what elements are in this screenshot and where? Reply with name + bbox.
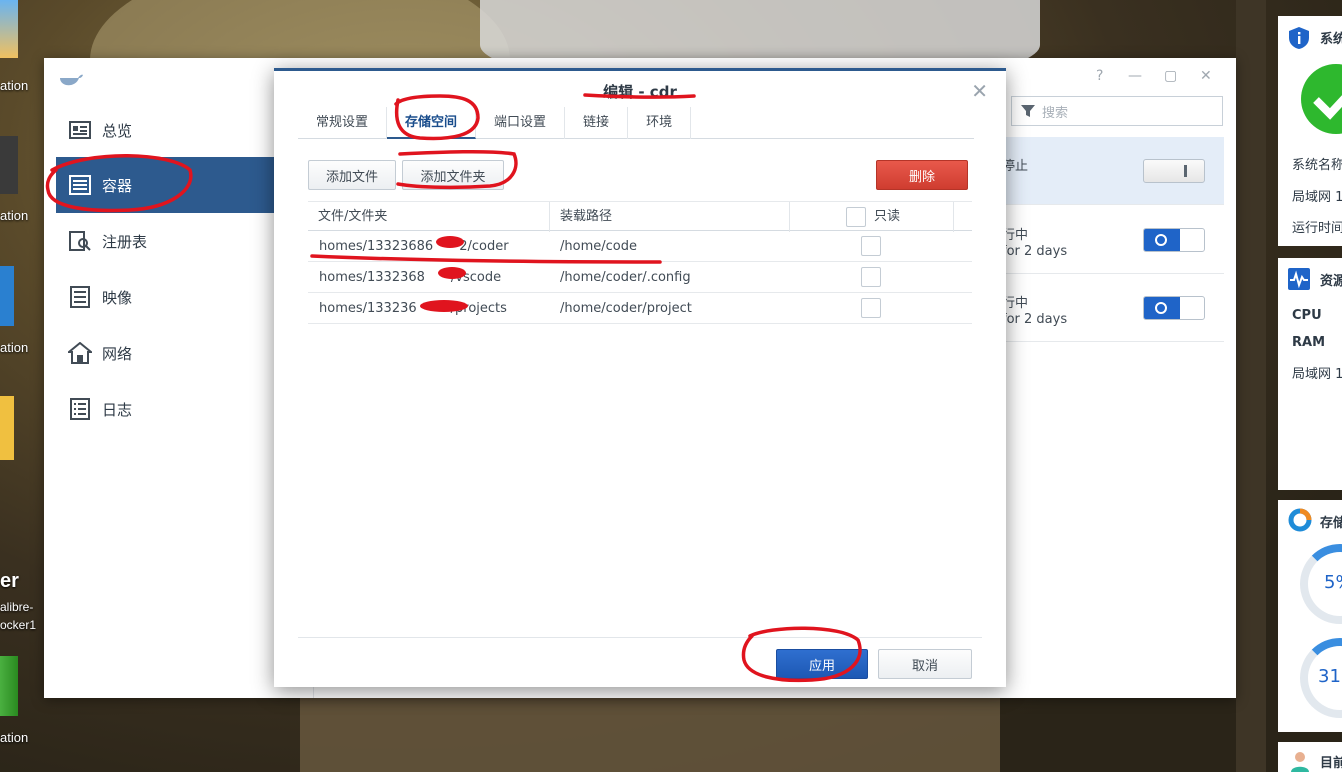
sidebar-item-label: 总览 <box>102 121 133 140</box>
dialog-footer <box>298 637 982 638</box>
volume-usage: 31 <box>1318 666 1341 687</box>
readonly-checkbox[interactable] <box>861 298 881 318</box>
edit-dialog: 编辑 - cdr ✕ 常规设置 存储空间 端口设置 链接 环境 添加文件 添加文… <box>274 68 1006 687</box>
readonly-label: 只读 <box>874 209 901 224</box>
system-health-widget: 系统 系统名称 局域网 1 运行时间 <box>1278 16 1342 246</box>
tab-environment[interactable]: 环境 <box>628 107 692 139</box>
desktop-app-label: ation <box>0 78 29 93</box>
uptime-label: 运行时间 <box>1292 221 1342 236</box>
sidebar-item-label: 网络 <box>102 344 133 363</box>
apply-button[interactable]: 应用 <box>776 649 868 679</box>
desktop-app-label: alibre- <box>0 600 34 614</box>
desktop-app-label: ation <box>0 730 29 745</box>
current-connections-widget: 目前 <box>1278 742 1342 772</box>
desktop-app-label: er <box>0 570 19 592</box>
column-header-mount: 装载路径 <box>550 202 790 232</box>
container-icon <box>68 174 92 196</box>
tab-links[interactable]: 链接 <box>565 107 629 139</box>
mount-path: /home/coder/project <box>560 301 692 316</box>
table-header: 文件/文件夹 装载路径 只读 <box>308 201 972 232</box>
volume-usage: 5% <box>1324 572 1342 593</box>
table-row[interactable]: homes/133236/projects /home/coder/projec… <box>308 293 972 324</box>
container-uptime: for 2 days <box>1002 312 1068 327</box>
desktop-app-tile[interactable] <box>0 136 18 194</box>
add-folder-button[interactable]: 添加文件夹 <box>402 160 504 190</box>
network-icon <box>68 342 92 364</box>
help-button[interactable]: ? <box>1096 68 1103 84</box>
desktop-app-tile[interactable] <box>0 0 18 58</box>
user-icon <box>1290 750 1310 772</box>
filter-icon <box>1020 103 1036 119</box>
close-button[interactable]: ✕ <box>1200 68 1212 84</box>
widget-title: 存储 <box>1320 516 1342 531</box>
container-toggle[interactable] <box>1143 296 1205 320</box>
desktop-app-tile[interactable] <box>0 396 14 460</box>
search-placeholder: 搜索 <box>1042 105 1069 121</box>
overview-icon <box>68 119 92 141</box>
mount-path: /home/code <box>560 239 637 254</box>
file-path: homes/13323686 2/coder <box>319 239 509 254</box>
cancel-button[interactable]: 取消 <box>878 649 972 679</box>
container-toggle[interactable] <box>1143 159 1205 183</box>
widget-title: 系统 <box>1320 32 1342 47</box>
storage-ring-icon <box>1288 508 1312 536</box>
log-icon <box>68 398 92 420</box>
cpu-label: CPU <box>1292 308 1322 323</box>
file-path: homes/1332368/vscode <box>319 270 502 285</box>
table-row[interactable]: homes/13323686 2/coder /home/code <box>308 231 972 262</box>
search-input[interactable]: 搜索 <box>1011 96 1223 126</box>
sidebar-item-label: 注册表 <box>102 232 148 251</box>
container-row[interactable]: 停止 <box>984 137 1224 205</box>
desktop-app-tile[interactable] <box>0 656 18 716</box>
maximize-button[interactable]: ▢ <box>1164 68 1177 84</box>
lan-label: 局域网 1 <box>1292 367 1342 382</box>
delete-button[interactable]: 删除 <box>876 160 968 190</box>
desktop-app-tile[interactable] <box>0 266 14 326</box>
dialog-tabs: 常规设置 存储空间 端口设置 链接 环境 <box>298 107 974 139</box>
container-toggle[interactable] <box>1143 228 1205 252</box>
sidebar-item-label: 日志 <box>102 400 133 419</box>
tab-storage[interactable]: 存储空间 <box>387 107 477 139</box>
check-ok-icon <box>1300 64 1342 138</box>
readonly-checkbox[interactable] <box>861 267 881 287</box>
storage-widget: 存储 5% 31 <box>1278 500 1342 732</box>
docker-logo-icon <box>58 68 84 90</box>
widget-title: 目前 <box>1320 756 1342 771</box>
tab-ports[interactable]: 端口设置 <box>476 107 566 139</box>
system-name-label: 系统名称 <box>1292 158 1342 173</box>
desktop-app-label: ocker1 <box>0 618 37 632</box>
column-header-readonly: 只读 <box>790 202 954 232</box>
table-row[interactable]: homes/1332368/vscode /home/coder/.config <box>308 262 972 293</box>
mount-path: /home/coder/.config <box>560 270 691 285</box>
close-icon[interactable]: ✕ <box>971 79 988 103</box>
container-row[interactable]: 行中 for 2 days <box>984 274 1224 342</box>
container-uptime: for 2 days <box>1002 244 1068 259</box>
sidebar-item-label: 映像 <box>102 288 133 307</box>
dialog-title: 编辑 - cdr <box>603 83 677 101</box>
add-file-button[interactable]: 添加文件 <box>308 160 396 190</box>
pulse-icon <box>1288 268 1310 294</box>
shield-info-icon <box>1288 26 1310 54</box>
readonly-all-checkbox[interactable] <box>846 207 866 227</box>
registry-icon <box>68 230 92 252</box>
image-icon <box>68 286 92 308</box>
file-path: homes/133236/projects <box>319 301 507 316</box>
widget-title: 资源 <box>1320 274 1342 289</box>
sidebar-item-label: 容器 <box>102 176 133 195</box>
ram-label: RAM <box>1292 335 1326 350</box>
container-row[interactable]: 行中 for 2 days <box>984 206 1224 274</box>
column-header-file: 文件/文件夹 <box>308 202 550 232</box>
lan-label: 局域网 1 <box>1292 190 1342 205</box>
resource-monitor-widget: 资源 CPU RAM 局域网 1 <box>1278 258 1342 490</box>
readonly-checkbox[interactable] <box>861 236 881 256</box>
tab-general[interactable]: 常规设置 <box>298 107 388 139</box>
desktop-app-label: ation <box>0 340 29 355</box>
desktop-app-label: ation <box>0 208 29 223</box>
minimize-button[interactable]: — <box>1128 68 1142 84</box>
